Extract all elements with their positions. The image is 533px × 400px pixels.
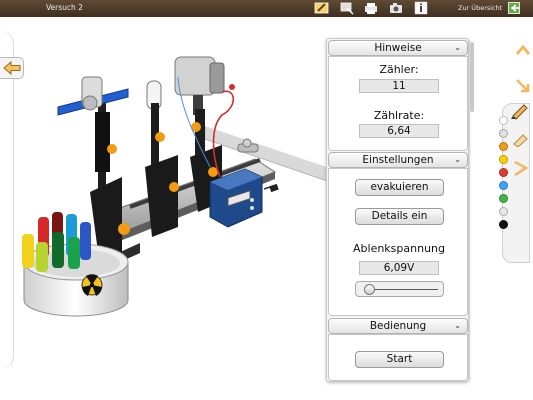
voltage-value: 6,09V bbox=[359, 261, 439, 275]
camera-icon[interactable] bbox=[389, 1, 403, 15]
details-button[interactable]: Details ein bbox=[355, 208, 444, 225]
panel-scrollbar-thumb[interactable] bbox=[470, 42, 474, 112]
start-button[interactable]: Start bbox=[355, 351, 444, 368]
line-tool-icon[interactable] bbox=[511, 158, 529, 178]
collimator-stand[interactable] bbox=[145, 80, 179, 237]
evacuate-button[interactable]: evakuieren bbox=[355, 179, 444, 196]
drawing-toolbar bbox=[495, 28, 533, 400]
color-swatch[interactable] bbox=[499, 168, 508, 177]
chevron-down-icon: ⌄ bbox=[454, 321, 461, 330]
color-swatch[interactable] bbox=[499, 207, 508, 216]
arrow-tool-icon[interactable] bbox=[515, 78, 531, 94]
window-title: Versuch 2 bbox=[46, 3, 83, 12]
highlighter-tool-icon[interactable] bbox=[511, 131, 529, 147]
einstellungen-header[interactable]: Einstellungen ⌄ bbox=[328, 152, 468, 168]
hinweise-title: Hinweise bbox=[374, 42, 422, 54]
slider-line bbox=[366, 289, 438, 290]
color-swatch[interactable] bbox=[499, 129, 508, 138]
pencil-tool-icon[interactable] bbox=[314, 1, 330, 15]
slider-handle[interactable] bbox=[363, 284, 375, 295]
top-bar: Versuch 2 Zur Übersicht bbox=[0, 0, 533, 17]
rate-value: 6,64 bbox=[359, 124, 439, 138]
voltage-slider[interactable] bbox=[355, 281, 444, 297]
chevron-down-icon: ⌄ bbox=[454, 43, 461, 52]
experiment-scene bbox=[22, 56, 330, 317]
exit-icon[interactable] bbox=[508, 2, 520, 14]
print-icon[interactable] bbox=[364, 1, 378, 15]
counter-value: 11 bbox=[359, 79, 439, 93]
overview-link[interactable]: Zur Übersicht bbox=[458, 4, 502, 12]
rate-label: Zählrate: bbox=[373, 109, 425, 122]
bedienung-header[interactable]: Bedienung ⌄ bbox=[328, 318, 468, 334]
info-icon[interactable] bbox=[414, 1, 428, 15]
color-swatch[interactable] bbox=[499, 181, 508, 190]
pen-tool-icon[interactable] bbox=[509, 102, 529, 120]
bedienung-body: Start bbox=[328, 334, 468, 381]
voltage-label: Ablenkspannung bbox=[353, 242, 445, 255]
einstellungen-title: Einstellungen bbox=[362, 154, 434, 166]
color-swatch[interactable] bbox=[499, 220, 508, 229]
screen-capture-icon[interactable] bbox=[340, 1, 354, 15]
app-window: Versuch 2 Zur Übersicht Hinweise ⌄ Zähle… bbox=[0, 0, 533, 400]
color-swatch[interactable] bbox=[499, 194, 508, 203]
hinweise-body: Zähler: 11 Zählrate: 6,64 bbox=[328, 56, 468, 151]
color-swatch[interactable] bbox=[499, 142, 508, 151]
hinweise-header[interactable]: Hinweise ⌄ bbox=[328, 40, 468, 56]
color-swatch[interactable] bbox=[499, 155, 508, 164]
chevron-up-icon[interactable] bbox=[515, 43, 531, 57]
counter-label: Zähler: bbox=[379, 63, 419, 76]
einstellungen-body: evakuieren Details ein Ablenkspannung 6,… bbox=[328, 168, 468, 316]
color-swatch[interactable] bbox=[499, 116, 508, 125]
bedienung-title: Bedienung bbox=[369, 320, 427, 332]
chevron-down-icon: ⌄ bbox=[454, 155, 461, 164]
control-panel: Hinweise ⌄ Zähler: 11 Zählrate: 6,64 Ein… bbox=[326, 38, 469, 382]
